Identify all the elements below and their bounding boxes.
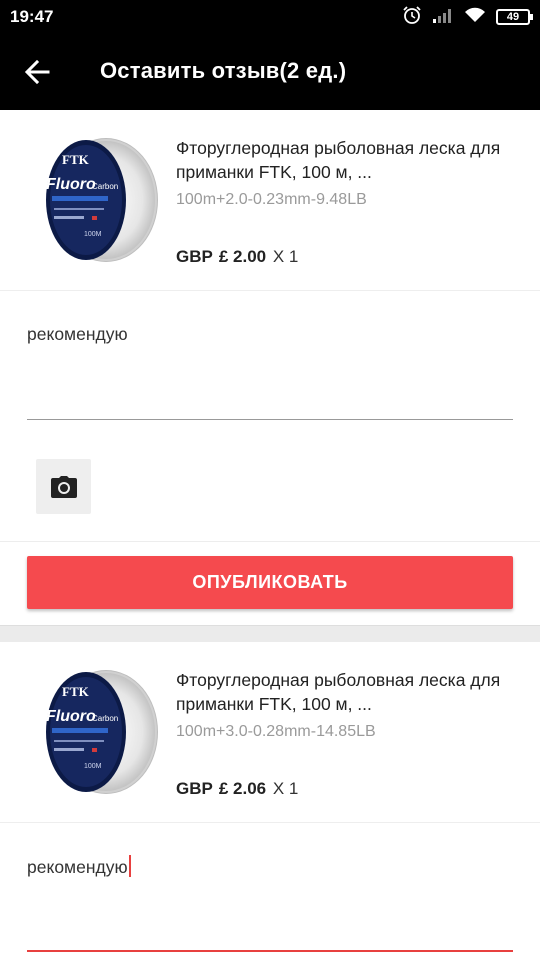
section-divider — [0, 625, 540, 642]
review-input-underline — [27, 419, 513, 420]
review-input-text: рекомендую — [27, 857, 128, 877]
add-photo-button[interactable] — [36, 459, 91, 514]
back-button[interactable] — [18, 54, 58, 90]
product-row: FTK Fluoro Carbon 100M Фторуглеродная ры… — [0, 642, 540, 823]
svg-text:Carbon: Carbon — [92, 182, 118, 191]
quantity: X 1 — [272, 779, 299, 798]
battery-icon: 49 — [496, 9, 533, 25]
signal-icon — [432, 7, 454, 28]
quantity: X 1 — [272, 247, 299, 266]
review-input[interactable]: рекомендую — [27, 324, 128, 345]
price-currency: GBP — [176, 779, 213, 798]
svg-text:100M: 100M — [84, 763, 102, 770]
product-image: FTK Fluoro Carbon 100M — [46, 670, 158, 794]
price-line: GBP £ 2.06 X 1 — [176, 779, 298, 799]
publish-button[interactable]: ОПУБЛИКОВАТЬ — [27, 556, 513, 609]
product-row: FTK Fluoro Carbon 100M Фторуглеродная ры… — [0, 110, 540, 291]
svg-text:FTK: FTK — [62, 684, 90, 699]
product-variant: 100m+2.0-0.23mm-9.48LB — [176, 191, 367, 208]
status-icons: 49 — [402, 5, 533, 30]
svg-text:Fluoro: Fluoro — [46, 176, 96, 193]
app-bar: Оставить отзыв(2 ед.) — [0, 34, 540, 110]
page-title: Оставить отзыв(2 ед.) — [100, 58, 347, 83]
product-title: Фторуглеродная рыболовная леска для прим… — [176, 670, 501, 714]
review-input[interactable]: рекомендую — [27, 855, 131, 878]
review-card: FTK Fluoro Carbon 100M Фторуглеродная ры… — [0, 642, 540, 960]
svg-text:Fluoro: Fluoro — [46, 708, 96, 725]
alarm-icon — [402, 5, 422, 30]
arrow-left-icon — [24, 59, 50, 85]
svg-text:FTK: FTK — [62, 152, 90, 167]
product-variant: 100m+3.0-0.28mm-14.85LB — [176, 723, 376, 740]
svg-text:Carbon: Carbon — [92, 714, 118, 723]
divider — [0, 541, 540, 542]
price-value: £ 2.06 — [218, 779, 267, 798]
text-cursor — [128, 855, 131, 877]
review-card: FTK Fluoro Carbon 100M Фторуглеродная ры… — [0, 110, 540, 625]
status-bar: 19:47 49 — [0, 0, 540, 34]
price-value: £ 2.00 — [218, 247, 267, 266]
wifi-icon — [464, 7, 486, 28]
camera-icon — [50, 475, 77, 498]
status-time: 19:47 — [10, 7, 54, 26]
review-input-underline — [27, 950, 513, 952]
price-currency: GBP — [176, 247, 213, 266]
product-title: Фторуглеродная рыболовная леска для прим… — [176, 138, 501, 182]
product-image: FTK Fluoro Carbon 100M — [46, 138, 158, 262]
svg-text:100M: 100M — [84, 231, 102, 238]
price-line: GBP £ 2.00 X 1 — [176, 247, 298, 267]
